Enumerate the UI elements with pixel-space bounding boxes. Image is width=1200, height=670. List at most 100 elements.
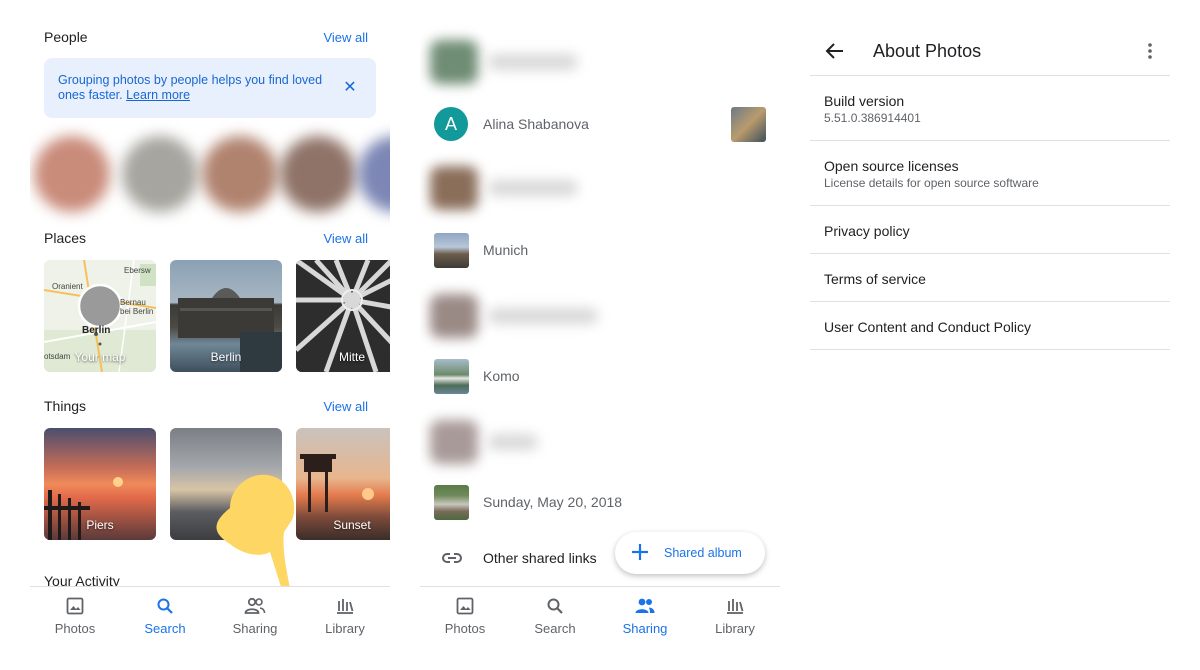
shared-photo-thumbnail: [731, 107, 766, 142]
nav-label: Search: [144, 621, 186, 636]
user-content-policy-item[interactable]: User Content and Conduct Policy: [810, 302, 1170, 350]
face-thumbnail[interactable]: [34, 136, 110, 212]
app-bar: About Photos: [810, 28, 1170, 76]
nav-search[interactable]: Search: [120, 595, 210, 636]
nav-label: Sharing: [232, 621, 278, 636]
place-tile-your-map[interactable]: Ebersw Oranient Bernau bei Berlin Berlin…: [44, 260, 156, 372]
learn-more-link[interactable]: Learn more: [126, 88, 190, 102]
nav-label: Photos: [54, 621, 96, 636]
item-title: Terms of service: [824, 271, 926, 287]
terms-of-service-item[interactable]: Terms of service: [810, 254, 1170, 302]
item-title: Privacy policy: [824, 223, 910, 239]
blurred-share-row[interactable]: [420, 412, 600, 472]
people-icon: [244, 597, 266, 614]
nav-photos[interactable]: Photos: [420, 595, 510, 636]
people-icon: [635, 598, 655, 613]
link-icon: [442, 553, 462, 563]
nav-sharing[interactable]: Sharing: [600, 595, 690, 636]
blurred-share-row[interactable]: [420, 32, 600, 92]
library-icon: [337, 599, 354, 614]
blurred-share-row[interactable]: [420, 286, 600, 346]
share-row-komo[interactable]: Komo: [420, 348, 780, 404]
photo-icon: [66, 597, 84, 615]
blurred-text: [488, 308, 598, 324]
map-label: Berlin: [82, 325, 111, 336]
nav-library[interactable]: Library: [690, 595, 780, 636]
back-arrow-icon[interactable]: [824, 40, 846, 62]
places-header: Places View all: [44, 228, 368, 248]
search-icon: [157, 598, 173, 614]
face-thumbnail[interactable]: [280, 136, 356, 212]
other-shared-links-label: Other shared links: [483, 550, 597, 566]
library-icon: [727, 599, 744, 614]
blurred-thumbnail: [430, 294, 478, 338]
build-version-item[interactable]: Build version 5.51.0.386914401: [810, 77, 1170, 141]
share-row-name: Komo: [483, 368, 520, 384]
people-title: People: [44, 29, 88, 45]
place-tile-label: Mitte: [338, 350, 365, 364]
share-row-name: Sunday, May 20, 2018: [483, 494, 623, 510]
share-row-munich[interactable]: Munich: [420, 222, 780, 278]
nav-library[interactable]: Library: [300, 595, 390, 636]
face-thumbnail[interactable]: [122, 136, 198, 212]
blurred-share-row[interactable]: [420, 158, 600, 218]
map-label: Oranient: [52, 282, 83, 291]
nav-label: Library: [715, 621, 755, 636]
place-tile-label: Berlin: [210, 350, 242, 364]
thing-tile-piers[interactable]: Piers: [44, 428, 156, 540]
thing-tile-label: Piers: [86, 518, 114, 532]
item-title: Build version: [824, 93, 905, 109]
things-header: Things View all: [44, 396, 368, 416]
nav-label: Library: [325, 621, 365, 636]
nav-label: Photos: [444, 621, 486, 636]
nav-photos[interactable]: Photos: [30, 595, 120, 636]
close-icon[interactable]: ✕: [340, 78, 360, 98]
map-label: Bernau: [120, 298, 146, 307]
people-header: People View all: [44, 27, 368, 47]
shared-album-label: Shared album: [664, 546, 742, 560]
album-thumbnail: [434, 233, 469, 268]
nav-label: Sharing: [622, 621, 668, 636]
plus-icon: [632, 544, 648, 560]
places-title: Places: [44, 230, 87, 246]
nav-sharing[interactable]: Sharing: [210, 595, 300, 636]
more-vert-icon[interactable]: [1140, 40, 1160, 62]
people-view-all-link[interactable]: View all: [323, 30, 368, 45]
about-photos-screen: About Photos Build version 5.51.0.386914…: [810, 0, 1170, 670]
pointing-hand-icon: [216, 474, 295, 596]
bottom-navigation: Photos Search Sharing Library: [420, 586, 780, 670]
blurred-thumbnail: [430, 420, 478, 464]
blurred-text: [488, 434, 538, 450]
nav-label: Search: [534, 621, 576, 636]
blurred-thumbnail: [430, 40, 478, 84]
item-title: Open source licenses: [824, 158, 959, 174]
bottom-navigation: Photos Search Sharing Library: [30, 586, 390, 670]
place-tile-mitte[interactable]: Mitte: [296, 260, 390, 372]
privacy-policy-item[interactable]: Privacy policy: [810, 206, 1170, 254]
place-tile-berlin[interactable]: Berlin: [170, 260, 282, 372]
things-view-all-link[interactable]: View all: [323, 399, 368, 414]
share-row-alina[interactable]: A Alina Shabanova: [420, 96, 780, 152]
share-row-date[interactable]: Sunday, May 20, 2018: [420, 474, 780, 530]
share-row-name: Munich: [483, 242, 529, 258]
photo-icon: [456, 597, 474, 615]
nav-search[interactable]: Search: [510, 595, 600, 636]
album-thumbnail: [434, 359, 469, 394]
album-thumbnail: [434, 485, 469, 520]
item-subtitle: License details for open source software: [824, 176, 1039, 190]
search-screen: People View all Grouping photos by peopl…: [30, 0, 390, 670]
map-label: Ebersw: [124, 266, 151, 275]
face-thumbnail[interactable]: [202, 136, 278, 212]
places-view-all-link[interactable]: View all: [323, 231, 368, 246]
item-subtitle: 5.51.0.386914401: [824, 111, 921, 125]
shared-album-button[interactable]: Shared album: [615, 532, 765, 574]
blurred-text: [488, 180, 578, 196]
things-title: Things: [44, 398, 87, 414]
open-source-licenses-item[interactable]: Open source licenses License details for…: [810, 141, 1170, 206]
people-grouping-banner: Grouping photos by people helps you find…: [44, 58, 376, 118]
map-label: bei Berlin: [120, 307, 154, 316]
page-title: About Photos: [873, 41, 982, 61]
blurred-text: [488, 54, 578, 70]
face-thumbnail[interactable]: [358, 136, 390, 212]
banner-text: Grouping photos by people helps you find…: [58, 73, 333, 103]
